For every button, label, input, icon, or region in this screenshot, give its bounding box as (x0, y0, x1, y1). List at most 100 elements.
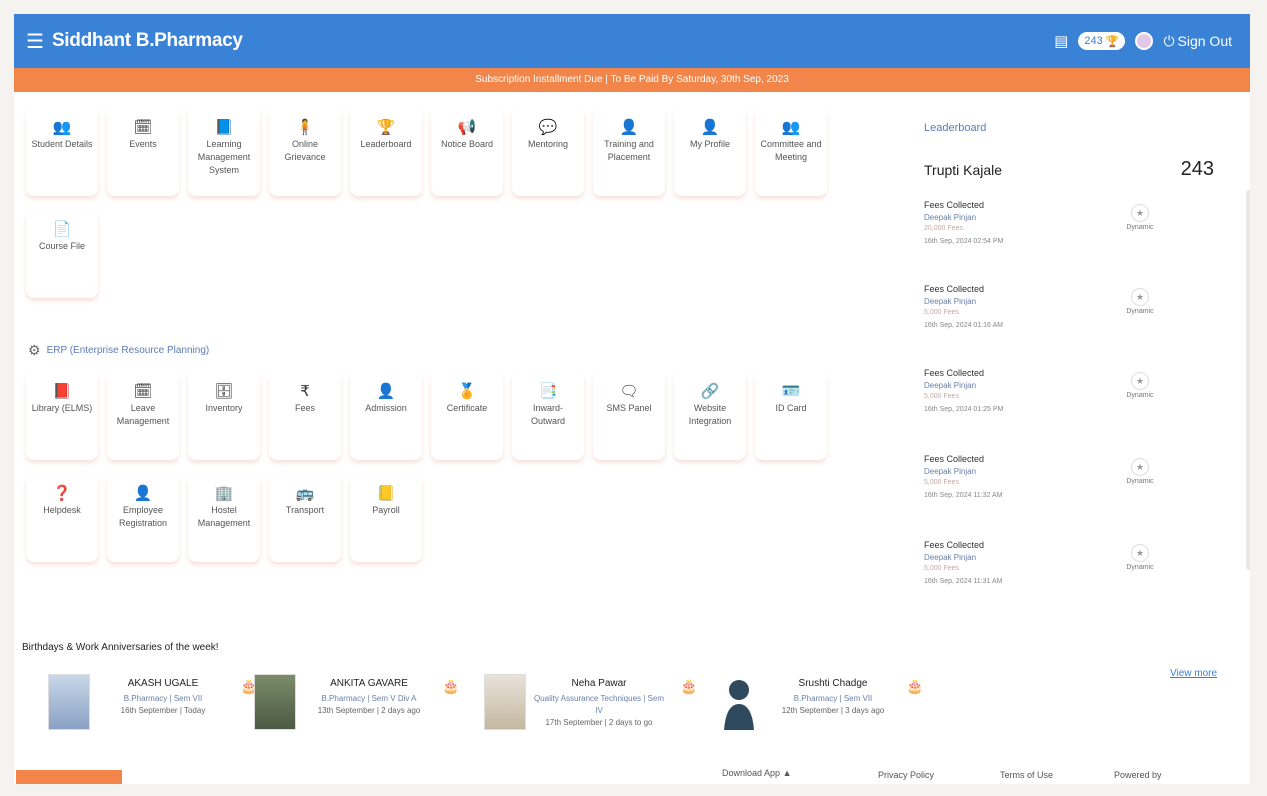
points-value: 243 (1084, 35, 1103, 47)
document-icon: 📑 (538, 383, 558, 400)
tile-employee-registration[interactable]: 👤 Employee Registration (107, 474, 179, 562)
tile-mentoring[interactable]: 💬 Mentoring (512, 108, 584, 196)
tile-certificate[interactable]: 🏅 Certificate (431, 372, 503, 460)
bus-icon: 🚌 (295, 485, 315, 502)
tile-events[interactable]: 🗓 Events (107, 108, 179, 196)
leaderboard-entry: Fees Collected Deepak Pinjan 5,000 Fees … (924, 540, 1174, 610)
group-icon: 👥 (781, 119, 801, 136)
leaderboard-entry: Fees Collected Deepak Pinjan 20,000 Fees… (924, 200, 1174, 270)
tile-hostel-management[interactable]: 🏢 Hostel Management (188, 474, 260, 562)
tile-student-details[interactable]: 👥 Student Details (26, 108, 98, 196)
tile-committee-meeting[interactable]: 👥 Committee and Meeting (755, 108, 827, 196)
person-info: ANKITA GAVARE B.Pharmacy | Sem V Div A 1… (317, 678, 421, 715)
certificate-icon: 🏅 (457, 383, 477, 400)
leaderboard-title[interactable]: Leaderboard (924, 122, 1234, 134)
badge: ★ Dynamic (1120, 372, 1160, 399)
file-icon: 📄 (52, 221, 72, 238)
building-icon: 🏢 (214, 485, 234, 502)
top-navbar: ☰ Siddhant B.Pharmacy ▤ 243 🏆 ⏻ Sign Out (14, 14, 1250, 68)
users-icon: 👥 (52, 119, 72, 136)
terms-of-use-link[interactable]: Terms of Use (1000, 770, 1053, 780)
leaderboard-panel: Leaderboard Trupti Kajale 243 Fees Colle… (924, 122, 1234, 622)
silhouette-icon (724, 680, 754, 730)
tile-training-placement[interactable]: 👤 Training and Placement (593, 108, 665, 196)
brand-title[interactable]: Siddhant B.Pharmacy (52, 30, 243, 52)
tile-library[interactable]: 📕 Library (ELMS) (26, 372, 98, 460)
birthday-card[interactable]: ANKITA GAVARE B.Pharmacy | Sem V Div A 1… (254, 674, 464, 754)
badge: ★ Dynamic (1120, 204, 1160, 231)
tile-fees[interactable]: ₹ Fees (269, 372, 341, 460)
badge-icon: ★ (1131, 372, 1149, 390)
view-more-link[interactable]: View more (1170, 668, 1217, 679)
user-icon: 👤 (700, 119, 720, 136)
sign-out-label: Sign Out (1177, 33, 1232, 49)
menu-list-icon[interactable]: ▤ (1054, 32, 1068, 50)
calendar-icon: 🗓 (133, 383, 153, 400)
birthday-card[interactable]: Srushti Chadge B.Pharmacy | Sem VII 12th… (718, 674, 938, 754)
tile-website-integration[interactable]: 🔗 Website Integration (674, 372, 746, 460)
footer-orange-tab[interactable] (16, 770, 122, 784)
hamburger-icon[interactable]: ☰ (26, 29, 44, 54)
person-info: Srushti Chadge B.Pharmacy | Sem VII 12th… (781, 678, 885, 715)
calendar-icon: 🗓 (133, 119, 153, 136)
powered-by-text: Powered by (1114, 770, 1162, 780)
android-icon: ▲ (782, 768, 792, 778)
book-icon: 📕 (52, 383, 72, 400)
erp-section-title: ⚙ ERP (Enterprise Resource Planning) (28, 342, 210, 358)
tile-leave-management[interactable]: 🗓 Leave Management (107, 372, 179, 460)
badge-icon: ★ (1131, 204, 1149, 222)
birthday-card[interactable]: Neha Pawar Quality Assurance Techniques … (484, 674, 704, 754)
tile-helpdesk[interactable]: ❓ Helpdesk (26, 474, 98, 562)
badge: ★ Dynamic (1120, 544, 1160, 571)
tile-online-grievance[interactable]: 🧍 Online Grievance (269, 108, 341, 196)
tile-payroll[interactable]: 📒 Payroll (350, 474, 422, 562)
privacy-policy-link[interactable]: Privacy Policy (878, 770, 934, 780)
person-photo (48, 674, 90, 730)
link-icon: 🔗 (700, 383, 720, 400)
person-icon: 👤 (619, 119, 639, 136)
leaderboard-entry: Fees Collected Deepak Pinjan 5,000 Fees … (924, 454, 1174, 524)
points-badge[interactable]: 243 🏆 (1078, 32, 1126, 50)
cake-icon: 🎂 (906, 678, 924, 694)
cake-icon: 🎂 (442, 678, 460, 694)
modules-panel: 👥 Student Details 🗓 Events 📘 Learning Manag… (14, 92, 914, 632)
leaderboard-scrollbar[interactable] (1246, 190, 1250, 570)
power-icon: ⏻ (1163, 32, 1175, 49)
leaderboard-top-score: 243 (1180, 158, 1214, 180)
download-app-link[interactable]: Download App ▲ (722, 768, 791, 778)
badge-icon: ★ (1131, 288, 1149, 306)
box-icon: 🗄 (214, 383, 234, 400)
badge-icon: ★ (1131, 458, 1149, 476)
birthday-card[interactable]: AKASH UGALE B.Pharmacy | Sem VII 16th Se… (48, 674, 258, 754)
help-icon: ❓ (52, 485, 72, 502)
tile-course-file[interactable]: 📄 Course File (26, 210, 98, 298)
badge-icon: ★ (1131, 544, 1149, 562)
topbar-actions: ▤ 243 🏆 ⏻ Sign Out (1054, 14, 1232, 68)
chat-icon: 💬 (538, 119, 558, 136)
sign-out-button[interactable]: ⏻ Sign Out (1163, 33, 1232, 50)
badge: ★ Dynamic (1120, 458, 1160, 485)
tile-inward-outward[interactable]: 📑 Inward-Outward (512, 372, 584, 460)
leaderboard-top-name: Trupti Kajale (924, 162, 1003, 178)
badge: ★ Dynamic (1120, 288, 1160, 315)
tile-notice-board[interactable]: 📢 Notice Board (431, 108, 503, 196)
trophy-icon: 🏆 (1105, 35, 1120, 48)
tile-admission[interactable]: 👤 Admission (350, 372, 422, 460)
tile-leaderboard[interactable]: 🏆 Leaderboard (350, 108, 422, 196)
user-icon: 👤 (133, 485, 153, 502)
tile-inventory[interactable]: 🗄 Inventory (188, 372, 260, 460)
birthdays-title: Birthdays & Work Anniversaries of the we… (22, 642, 219, 653)
leaderboard-entry: Fees Collected Deepak Pinjan 5,000 Fees … (924, 284, 1174, 354)
message-icon: 🗨 (619, 383, 639, 400)
megaphone-icon: 📢 (457, 119, 477, 136)
tile-id-card[interactable]: 🪪 ID Card (755, 372, 827, 460)
tile-transport[interactable]: 🚌 Transport (269, 474, 341, 562)
tile-my-profile[interactable]: 👤 My Profile (674, 108, 746, 196)
person-info: Neha Pawar Quality Assurance Techniques … (534, 678, 664, 727)
user-avatar[interactable] (1135, 32, 1154, 50)
tile-sms-panel[interactable]: 🗨 SMS Panel (593, 372, 665, 460)
person-icon: 🧍 (295, 119, 315, 136)
ledger-icon: 📒 (376, 485, 396, 502)
tile-learning-management[interactable]: 📘 Learning Management System (188, 108, 260, 196)
app-screen: ☰ Siddhant B.Pharmacy ▤ 243 🏆 ⏻ Sign Out… (14, 14, 1250, 784)
